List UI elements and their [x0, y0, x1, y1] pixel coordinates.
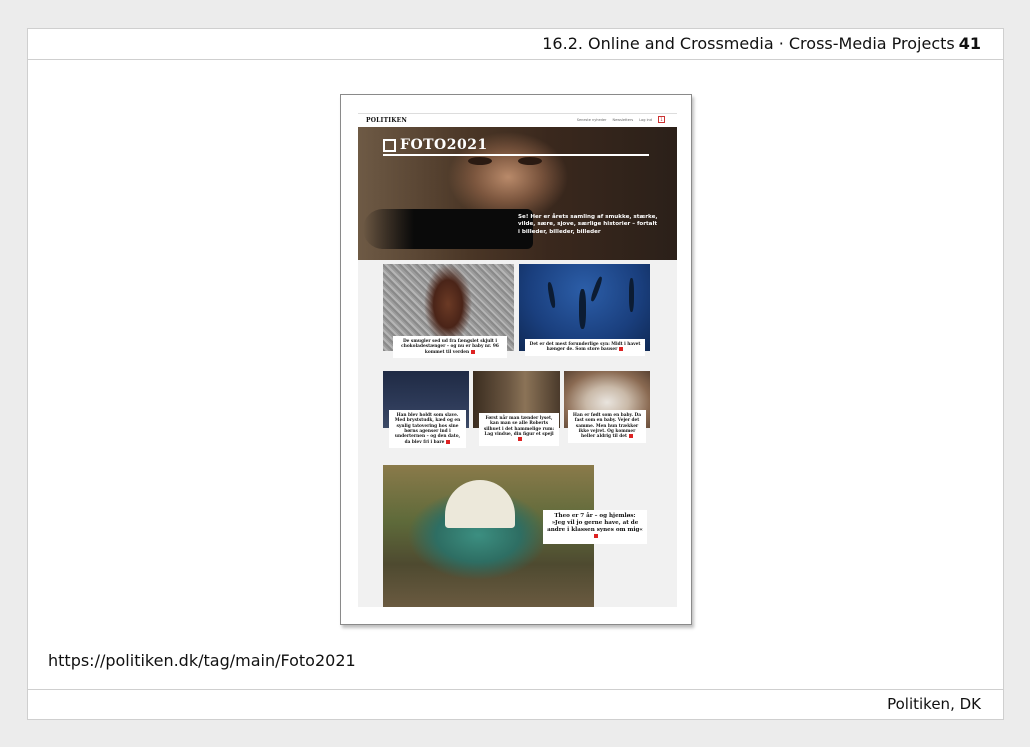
- whale-shape: [579, 289, 586, 329]
- hero-logo-square-icon: [383, 138, 396, 152]
- caption-text-4: Først når man tænder lyset, kan man se a…: [483, 416, 555, 438]
- page-number: 41: [958, 34, 981, 53]
- hero-logo-row: FOTO2021: [383, 137, 488, 153]
- red-arrow-icon: [594, 534, 598, 539]
- red-arrow-icon: [628, 434, 633, 439]
- tile-grid: De smugler sed ud fra fængslet skjult i …: [358, 260, 677, 607]
- nav-login: Log ind: [639, 117, 652, 122]
- caption-text-1: De smugler sed ud fra fængslet skjult i …: [401, 339, 499, 355]
- site-logo: POLITIKEN: [366, 117, 408, 124]
- hero-banner: FOTO2021 Se! Her er årets samling af smu…: [358, 127, 677, 260]
- red-arrow-icon: [518, 437, 522, 442]
- nav-newsletters: Newsletters: [612, 117, 634, 122]
- story-caption-3: Han blev holdt som slave. Med bryststudk…: [389, 410, 466, 449]
- page-frame: 16.2. Online and Crossmedia · Cross-Medi…: [27, 28, 1004, 720]
- hero-eye-left: [468, 157, 492, 165]
- whale-shape: [629, 278, 634, 312]
- footer-source: Politiken, DK: [887, 695, 981, 713]
- header-title: 16.2. Online and Crossmedia · Cross-Medi…: [542, 34, 981, 53]
- caption-text-3: Han blev holdt som slave. Med bryststudk…: [394, 413, 461, 445]
- red-arrow-icon: [619, 347, 624, 352]
- story-caption-4: Først når man tænder lyset, kan man se a…: [479, 413, 559, 446]
- hero-rule: [383, 154, 649, 156]
- nav-latest: Seneste nyheder: [576, 117, 607, 122]
- red-arrow-icon: [446, 439, 451, 444]
- hero-eye-right: [518, 157, 542, 165]
- section-title: 16.2. Online and Crossmedia · Cross-Medi…: [542, 34, 955, 53]
- nav-count-badge: 1: [658, 116, 665, 123]
- caption-text-2: Det er det mest forunderlige syn: Midt i…: [529, 342, 641, 353]
- caption-text-6: Theo er 7 år – og hjemløs: »Jeg vil jo g…: [547, 513, 643, 533]
- story-caption-6: Theo er 7 år – og hjemløs: »Jeg vil jo g…: [543, 510, 647, 544]
- story-caption-2: Det er det mest forunderlige syn: Midt i…: [525, 339, 645, 356]
- page-footer: Politiken, DK: [28, 689, 1003, 719]
- source-url[interactable]: https://politiken.dk/tag/main/Foto2021: [48, 651, 356, 670]
- hero-brushstroke: [363, 209, 533, 249]
- story-caption-1: De smugler sed ud fra fængslet skjult i …: [393, 336, 507, 359]
- site-nav: Seneste nyheder Newsletters Log ind 1: [577, 116, 665, 123]
- hero-logo: FOTO2021: [400, 137, 488, 153]
- hero-text: Se! Her er årets samling af smukke, stær…: [518, 214, 658, 235]
- red-arrow-icon: [471, 349, 476, 354]
- website-screenshot: POLITIKEN Seneste nyheder Newsletters Lo…: [340, 94, 692, 625]
- story-caption-5: Han er født som en baby. Da fast som en …: [568, 410, 646, 443]
- page-header: 16.2. Online and Crossmedia · Cross-Medi…: [28, 29, 1003, 60]
- story-tile-2: [519, 264, 650, 351]
